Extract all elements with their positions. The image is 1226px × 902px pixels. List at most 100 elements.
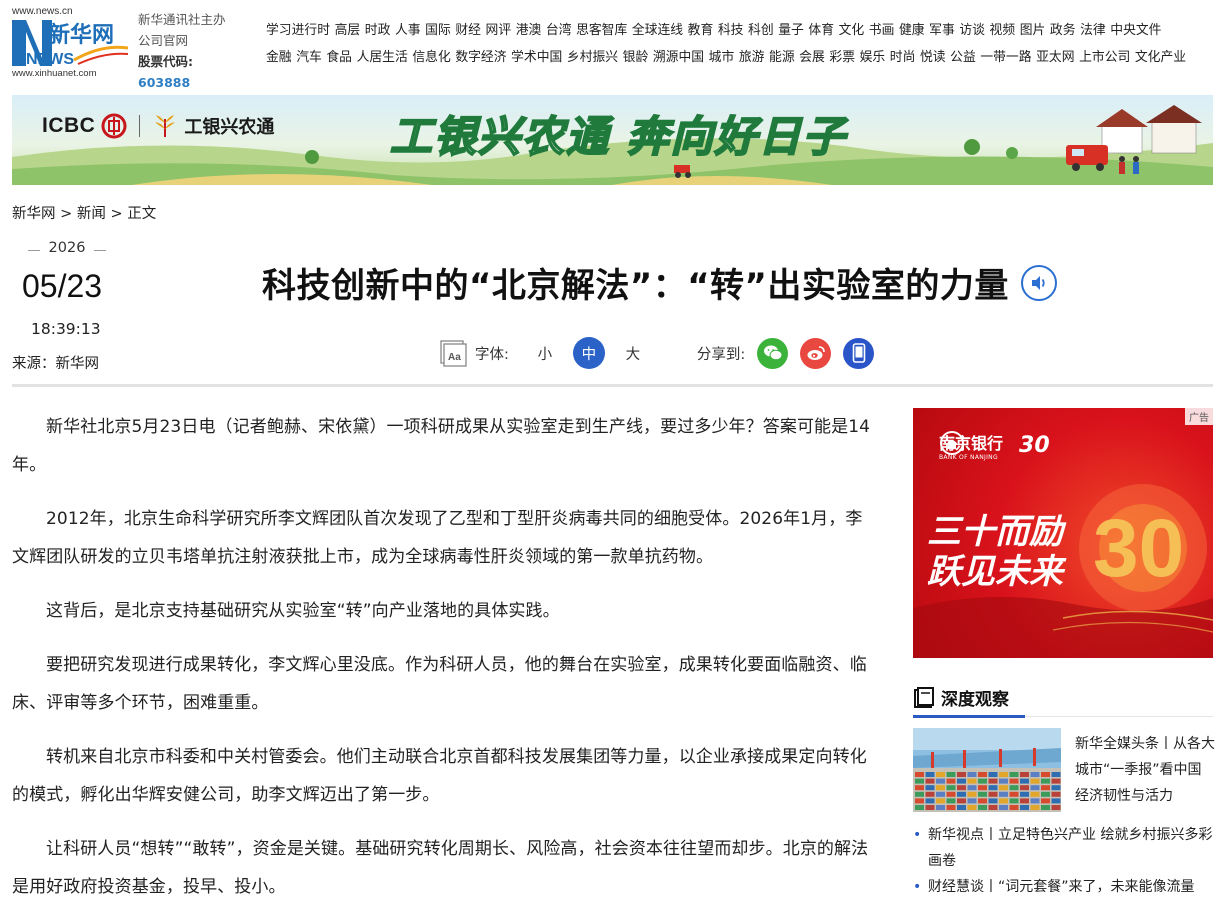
- container-block: [1009, 798, 1019, 804]
- nav-link[interactable]: 娱乐: [860, 46, 886, 65]
- nav-link[interactable]: 金融: [266, 46, 292, 65]
- nav-link[interactable]: 城市: [709, 46, 735, 65]
- container-block: [1030, 791, 1040, 797]
- nav-link[interactable]: 文化: [839, 19, 865, 38]
- font-size-large-button[interactable]: 大: [617, 337, 649, 369]
- container-block: [957, 798, 966, 804]
- nav-link[interactable]: 一带一路: [980, 46, 1031, 65]
- container-block: [1051, 791, 1061, 797]
- container-block: [1030, 798, 1040, 804]
- nav-link[interactable]: 时尚: [890, 46, 916, 65]
- site-url-alt: www.xinhuanet.com: [12, 68, 97, 79]
- container-block: [1041, 798, 1050, 804]
- share-wechat-button[interactable]: [757, 337, 789, 369]
- share-mobile-button[interactable]: [843, 337, 875, 369]
- news-list-item[interactable]: 财经慧谈丨“词元套餐”来了，未来能像流量: [913, 874, 1218, 900]
- nav-link[interactable]: 彩票: [829, 46, 855, 65]
- nav-link[interactable]: 法律: [1080, 19, 1106, 38]
- nav-link[interactable]: 图片: [1020, 19, 1046, 38]
- nav-link[interactable]: 科创: [748, 19, 774, 38]
- container-block: [1020, 798, 1029, 804]
- xinhua-logo[interactable]: www.news.cn 新华网 NEWS www.xinhuanet.com: [12, 6, 130, 80]
- nav-link[interactable]: 高层: [335, 19, 361, 38]
- nav-link[interactable]: 健康: [899, 19, 925, 38]
- nav-link[interactable]: 科技: [718, 19, 744, 38]
- publish-year: 2026: [28, 240, 106, 256]
- nav-link[interactable]: 悦读: [920, 46, 946, 65]
- container-block: [1009, 791, 1019, 797]
- article-paragraph: 2012年，北京生命科学研究所李文辉团队首次发现了乙型和丁型肝炎病毒共同的细胞受…: [12, 509, 863, 567]
- nav-link[interactable]: 教育: [688, 19, 714, 38]
- container-block: [1041, 778, 1050, 784]
- bank-of-nanjing-ad[interactable]: 30 广告 南京银行 BANK OF NANJING 30 三十而励 跃见未来: [913, 408, 1213, 658]
- wechat-icon: [763, 345, 783, 361]
- nav-link[interactable]: 数字经济: [455, 46, 506, 65]
- nav-link[interactable]: 溯源中国: [653, 46, 704, 65]
- container-block: [988, 805, 998, 810]
- banner-slogan: 工银兴农通 奔向好日子: [389, 111, 847, 162]
- bank-of-nanjing-logo-icon: [940, 431, 964, 455]
- nav-link[interactable]: 网评: [486, 19, 512, 38]
- nav-link[interactable]: 旅游: [739, 46, 765, 65]
- breadcrumb-home[interactable]: 新华网: [12, 206, 56, 222]
- nav-link[interactable]: 会展: [799, 46, 825, 65]
- nav-link[interactable]: 视频: [990, 19, 1016, 38]
- icbc-logo-icon: [101, 113, 127, 139]
- article-tools: Aa 字体: 小 中 大 分享到:: [440, 336, 886, 370]
- host-line-1: 新华通讯社主办: [138, 12, 226, 27]
- feature-thumbnail[interactable]: [913, 728, 1061, 812]
- nav-link[interactable]: 公益: [950, 46, 976, 65]
- nav-link[interactable]: 文化产业: [1135, 46, 1186, 65]
- news-list-item[interactable]: 新华视点丨立足特色兴产业 绘就乡村振兴多彩画卷: [913, 822, 1218, 874]
- nav-link[interactable]: 汽车: [296, 46, 322, 65]
- article-paragraph: 新华社北京5月23日电（记者鲍赫、宋依黛）一项科研成果从实验室走到生产线，要过多…: [12, 417, 871, 475]
- nav-link[interactable]: 时政: [365, 19, 391, 38]
- container-block: [946, 778, 956, 784]
- nav-link[interactable]: 国际: [425, 19, 451, 38]
- audio-play-button[interactable]: [1020, 264, 1057, 301]
- host-line-2[interactable]: 公司官网: [138, 30, 248, 51]
- container-block: [967, 778, 977, 784]
- nav-link[interactable]: 上市公司: [1079, 46, 1130, 65]
- nav-link[interactable]: 乡村振兴: [567, 46, 618, 65]
- nav-link[interactable]: 亚太网: [1036, 46, 1074, 65]
- font-size-small-button[interactable]: 小: [529, 337, 561, 369]
- nav-link[interactable]: 学术中国: [511, 46, 562, 65]
- nav-link[interactable]: 财经: [455, 19, 481, 38]
- font-size-medium-button[interactable]: 中: [572, 337, 605, 369]
- container-block: [1009, 772, 1019, 777]
- nav-link[interactable]: 信息化: [412, 46, 450, 65]
- stock-code[interactable]: 股票代码: 603888: [138, 51, 248, 93]
- nav-link[interactable]: 中央文件: [1110, 19, 1161, 38]
- container-block: [1051, 772, 1061, 777]
- feature-headline[interactable]: 新华全媒头条丨从各大城市“一季报”看中国经济韧性与活力: [1075, 731, 1215, 809]
- container-block: [967, 791, 977, 797]
- wheat-icon: [155, 115, 176, 137]
- share-weibo-button[interactable]: [800, 337, 832, 369]
- nav-link[interactable]: 人事: [395, 19, 421, 38]
- container-block: [925, 778, 935, 784]
- nav-link[interactable]: 思客智库: [576, 19, 627, 38]
- nav-link[interactable]: 全球连线: [632, 19, 683, 38]
- nav-link[interactable]: 港澳: [516, 19, 542, 38]
- icbc-banner-ad[interactable]: ICBC 工银兴农通 工银兴农通 奔向好日子: [12, 95, 1213, 185]
- container-block: [978, 785, 987, 791]
- section-header-deep-observation[interactable]: 深度观察: [913, 680, 1025, 718]
- article-title: 科技创新中的“北京解法”：“转”出实验室的力量: [262, 266, 1009, 306]
- nav-link[interactable]: 体育: [808, 19, 834, 38]
- nav-link[interactable]: 学习进行时: [266, 19, 330, 38]
- nav-link[interactable]: 访谈: [959, 19, 985, 38]
- nav-link[interactable]: 量子: [778, 19, 804, 38]
- nav-link[interactable]: 能源: [769, 46, 795, 65]
- article-paragraph: 这背后，是北京支持基础研究从实验室“转”向产业落地的具体实践。: [46, 601, 560, 621]
- nav-link[interactable]: 台湾: [546, 19, 572, 38]
- nav-link[interactable]: 书画: [869, 19, 895, 38]
- nav-link[interactable]: 政务: [1050, 19, 1076, 38]
- container-block: [1020, 772, 1029, 777]
- nav-link[interactable]: 银龄: [623, 46, 649, 65]
- nav-link[interactable]: 人居生活: [357, 46, 408, 65]
- icbc-product-name: 工银兴农通: [184, 117, 275, 137]
- nav-link[interactable]: 军事: [929, 19, 955, 38]
- breadcrumb-section[interactable]: 新闻: [77, 206, 106, 222]
- nav-link[interactable]: 食品: [326, 46, 352, 65]
